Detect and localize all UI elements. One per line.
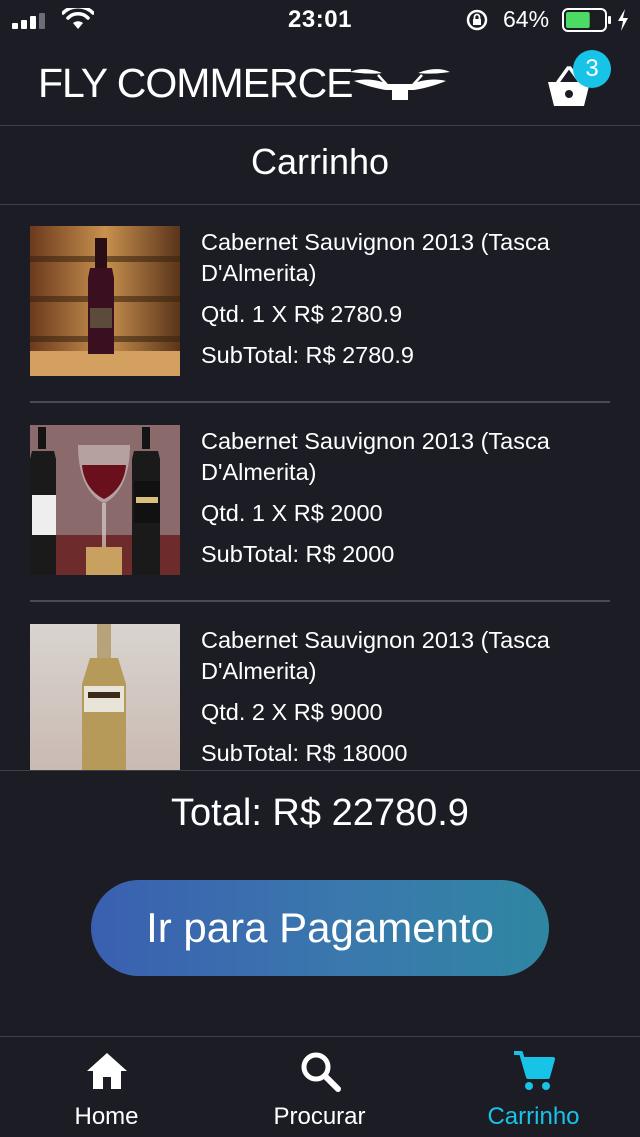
product-quantity: Qtd. 2 X R$ 9000 — [201, 699, 383, 725]
product-quantity: Qtd. 1 X R$ 2000 — [201, 500, 383, 526]
tab-search[interactable]: Procurar — [213, 1037, 426, 1137]
cart-item[interactable]: Cabernet Sauvignon 2013 (Tasca D'Almerit… — [30, 603, 610, 770]
cart-item[interactable]: Cabernet Sauvignon 2013 (Tasca D'Almerit… — [30, 205, 610, 403]
product-image — [30, 624, 180, 770]
tab-home[interactable]: Home — [0, 1037, 213, 1137]
product-image — [30, 226, 180, 376]
item-divider — [30, 600, 610, 602]
product-subtotal: SubTotal: R$ 18000 — [201, 740, 408, 766]
app-logo: FLY COMMERCE — [38, 60, 354, 106]
cart-total: Total: R$ 22780.9 — [171, 792, 469, 834]
cart-count-badge[interactable]: 3 — [573, 50, 611, 88]
product-subtotal: SubTotal: R$ 2000 — [201, 541, 395, 567]
drone-logo-icon — [350, 69, 450, 100]
rotation-lock-icon — [466, 9, 488, 31]
cart-item-list[interactable]: Cabernet Sauvignon 2013 (Tasca D'Almerit… — [30, 205, 610, 770]
charging-icon — [618, 9, 628, 31]
battery-percent: 64% — [503, 6, 550, 32]
product-name: Cabernet Sauvignon 2013 (Tasca D'Almerit… — [201, 627, 550, 684]
status-bar: 23:01 64% — [0, 0, 640, 40]
product-quantity: Qtd. 1 X R$ 2780.9 — [201, 301, 403, 327]
product-image — [30, 425, 180, 575]
page-title: Carrinho — [0, 126, 640, 205]
app-header: FLY COMMERCE 3 — [0, 40, 640, 126]
tab-search-label: Procurar — [273, 1103, 366, 1130]
home-icon — [86, 1053, 127, 1089]
tab-cart-label: Carrinho — [487, 1103, 580, 1130]
battery-icon — [562, 8, 611, 32]
tab-bar: Home Procurar Carrinho — [0, 1036, 640, 1137]
product-name: Cabernet Sauvignon 2013 (Tasca D'Almerit… — [201, 229, 550, 286]
search-icon — [301, 1052, 341, 1092]
tab-home-label: Home — [74, 1103, 139, 1130]
cart-item[interactable]: Cabernet Sauvignon 2013 (Tasca D'Almerit… — [30, 404, 610, 602]
item-divider — [30, 401, 610, 403]
cart-icon — [513, 1051, 555, 1090]
tab-cart[interactable]: Carrinho — [427, 1037, 640, 1137]
product-subtotal: SubTotal: R$ 2780.9 — [201, 342, 414, 368]
checkout-button[interactable]: Ir para Pagamento — [91, 880, 549, 976]
total-divider — [0, 770, 640, 771]
product-name: Cabernet Sauvignon 2013 (Tasca D'Almerit… — [201, 428, 550, 485]
